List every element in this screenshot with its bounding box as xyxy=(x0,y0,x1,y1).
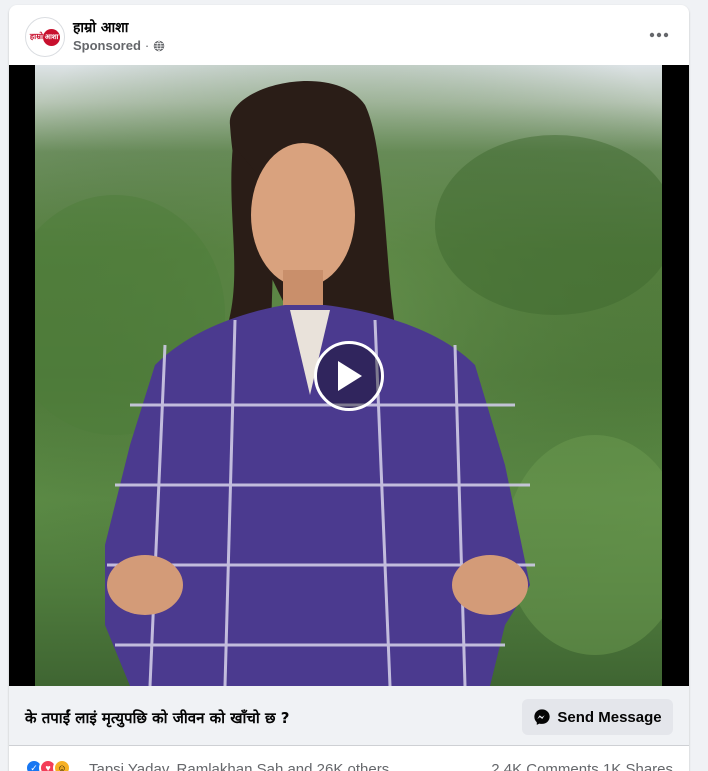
more-options-button[interactable] xyxy=(645,21,673,49)
sponsored-label[interactable]: Sponsored xyxy=(73,38,141,53)
post-stats: 2.4K Comments 1K Shares xyxy=(491,761,673,771)
globe-icon[interactable] xyxy=(153,40,165,52)
reactions-row: ✓ ♥ ☺ Tapsi Yadav, Ramlakhan Sah and 26K… xyxy=(9,753,689,771)
reaction-names[interactable]: Tapsi Yadav, Ramlakhan Sah and 26K other… xyxy=(89,761,389,771)
more-horizontal-icon xyxy=(649,32,669,38)
page-name-link[interactable]: हाम्रो आशा xyxy=(73,18,128,37)
haha-icon: ☺ xyxy=(53,759,71,771)
play-icon xyxy=(338,361,362,391)
page-avatar[interactable]: हाम्रो आशा xyxy=(25,17,65,57)
logo-text-right: आशा xyxy=(43,28,61,46)
post-meta: Sponsored · xyxy=(73,38,165,53)
cta-bar: के तपाईं लाइं मृत्युपछि को जीवन को खाँचो… xyxy=(9,686,689,746)
video-player[interactable] xyxy=(9,65,689,686)
meta-separator: · xyxy=(144,38,150,53)
shares-count[interactable]: 1K Shares xyxy=(603,761,673,771)
reaction-icons[interactable]: ✓ ♥ ☺ xyxy=(25,759,71,771)
post-card: हाम्रो आशा हाम्रो आशा Sponsored · के तपा… xyxy=(9,5,689,771)
play-button[interactable] xyxy=(314,341,384,411)
ad-headline[interactable]: के तपाईं लाइं मृत्युपछि को जीवन को खाँचो… xyxy=(25,708,289,728)
comments-count[interactable]: 2.4K Comments xyxy=(491,761,599,771)
send-message-label: Send Message xyxy=(557,708,662,726)
send-message-button[interactable]: Send Message xyxy=(522,699,673,735)
post-header: हाम्रो आशा हाम्रो आशा Sponsored · xyxy=(9,5,689,65)
messenger-icon xyxy=(534,709,551,725)
logo-text-left: हाम्रो xyxy=(29,32,44,41)
